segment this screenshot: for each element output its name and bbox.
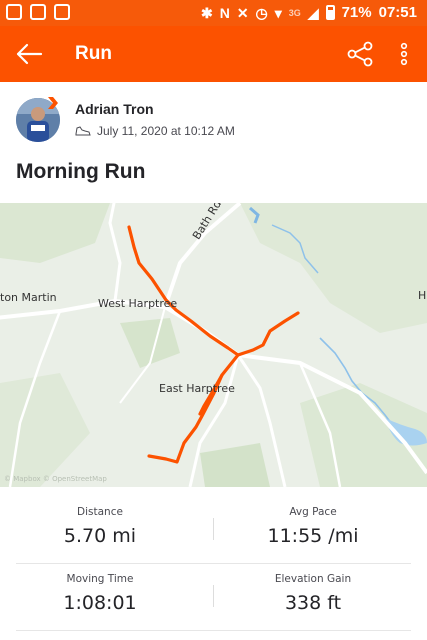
subscriber-badge-icon [48, 97, 58, 109]
stat-label: Moving Time [66, 573, 134, 585]
divider [16, 563, 411, 564]
more-vertical-icon[interactable] [396, 40, 412, 68]
page-title: Run [75, 43, 112, 64]
stat-avg-pace: Avg Pace 11:55 /mi [213, 506, 413, 547]
map-label: West Harptree [98, 297, 178, 310]
stat-distance: Distance 5.70 mi [0, 506, 200, 547]
map-label: East Harptree [159, 382, 235, 395]
image-icon [30, 4, 46, 20]
stat-elevation-gain: Elevation Gain 338 ft [213, 573, 413, 614]
wifi-icon: ▾ [274, 4, 282, 21]
stat-value: 1:08:01 [63, 592, 137, 614]
stat-label: Avg Pace [289, 506, 337, 518]
bluetooth-icon: ✱ [200, 4, 213, 21]
network-type: 3G [288, 7, 301, 18]
activity-date-row: July 11, 2020 at 10:12 AM [75, 124, 235, 138]
strava-app-icon [54, 4, 70, 20]
stat-value: 11:55 /mi [267, 525, 359, 547]
back-arrow-icon[interactable] [14, 40, 44, 68]
map-label: H [418, 289, 427, 302]
nfc-icon: N [219, 4, 230, 21]
activity-date: July 11, 2020 at 10:12 AM [97, 124, 235, 138]
mute-icon: ✕ [236, 4, 249, 21]
signal-icon: ◢ [307, 4, 319, 21]
map-label: ton Martin [0, 291, 57, 304]
notification-icon [6, 4, 22, 20]
battery-icon [325, 5, 335, 20]
athlete-name[interactable]: Adrian Tron [75, 101, 154, 117]
route-map[interactable]: ton Martin West Harptree Bath Rd East Ha… [0, 203, 427, 487]
app-bar: Run [0, 26, 427, 82]
map-canvas [0, 203, 427, 487]
run-shoe-icon [75, 126, 91, 136]
clock: 07:51 [378, 4, 417, 21]
stat-label: Elevation Gain [274, 573, 352, 585]
divider [16, 630, 411, 631]
map-attribution[interactable]: © Mapbox © OpenStreetMap [4, 475, 107, 483]
status-bar: ✱ N ✕ ◷ ▾ 3G ◢ 71% 07:51 [0, 0, 427, 26]
alarm-icon: ◷ [255, 4, 268, 21]
stat-value: 5.70 mi [63, 525, 137, 547]
share-icon[interactable] [346, 40, 374, 68]
stat-value: 338 ft [284, 592, 342, 614]
battery-percent: 71% [341, 4, 372, 21]
stat-moving-time: Moving Time 1:08:01 [0, 573, 200, 614]
stat-label: Distance [77, 506, 123, 518]
activity-title: Morning Run [16, 160, 146, 183]
